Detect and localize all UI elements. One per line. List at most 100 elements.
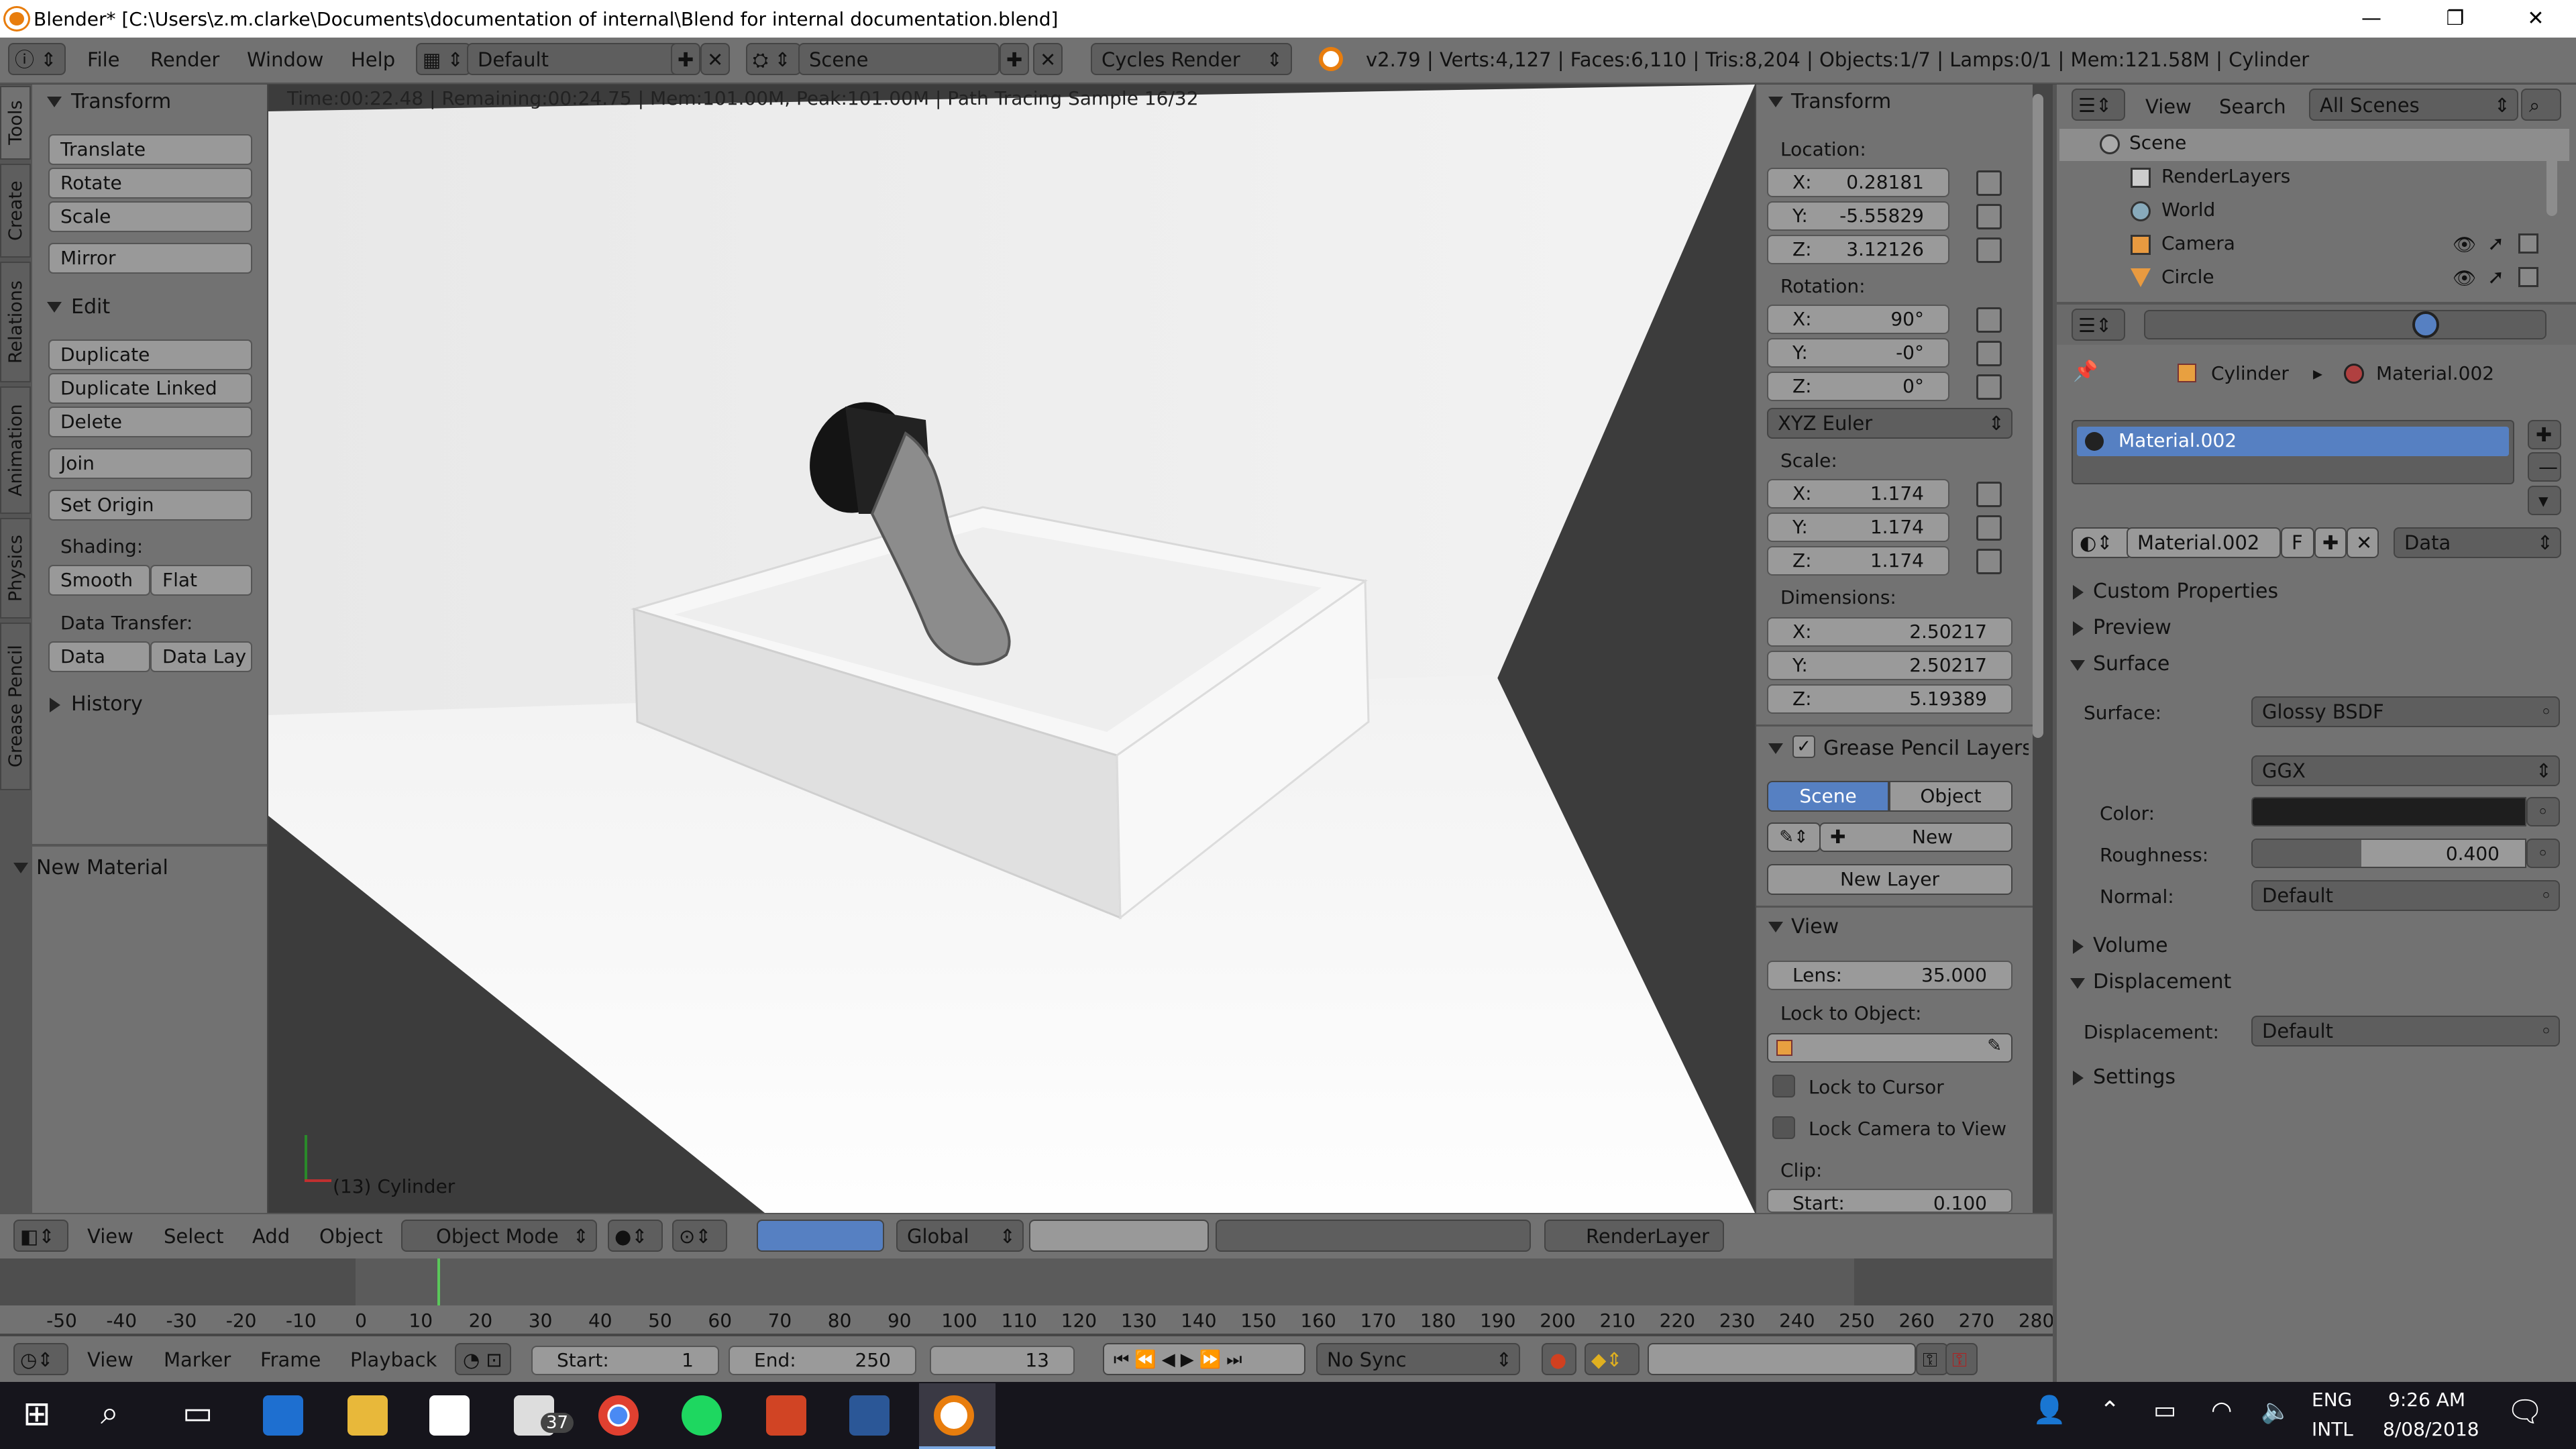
new-material-header[interactable]: New Material (36, 856, 168, 879)
duplicate-linked-button[interactable]: Duplicate Linked (48, 373, 252, 404)
playback-controls[interactable]: ⏮⏪◀▶⏩⏭ (1103, 1343, 1305, 1375)
preview-header[interactable]: Preview (2093, 616, 2171, 639)
scene-select[interactable]: Scene (798, 43, 1000, 75)
current-frame-field[interactable]: 13 (930, 1346, 1075, 1375)
render-camera-icon[interactable] (2518, 233, 2538, 254)
data-layout-button[interactable]: Data Lay (150, 641, 252, 672)
outliner-search-menu[interactable]: Search (2219, 95, 2286, 118)
material-tab-icon[interactable] (2412, 311, 2439, 338)
editor-type-info-button[interactable]: ⓘ ⇕ (8, 43, 66, 75)
remove-scene-button[interactable]: ✕ (1033, 43, 1063, 75)
timeline-marker-menu[interactable]: Marker (164, 1348, 231, 1371)
view-header[interactable]: View (1791, 915, 1839, 938)
viewport-select-menu[interactable]: Select (164, 1225, 223, 1248)
np-transform-header[interactable]: Transform (1791, 90, 1891, 113)
battery-icon[interactable]: ▭ (2153, 1397, 2176, 1424)
outliner-view-menu[interactable]: View (2145, 95, 2192, 118)
volume-icon[interactable]: 🔈 (2261, 1397, 2291, 1425)
pin-icon[interactable]: 📌 (2073, 360, 2098, 383)
properties-editor-icon[interactable]: ☰⇕ (2072, 309, 2125, 341)
location-z-field[interactable]: Z: 3.12126 (1767, 235, 1949, 264)
dimensions-x-field[interactable]: X: 2.50217 (1767, 617, 2012, 647)
viewport-view-menu[interactable]: View (87, 1225, 133, 1248)
properties-context-tabs[interactable] (2144, 310, 2546, 339)
translate-button[interactable]: Translate (48, 134, 252, 165)
outliner-scrollbar[interactable] (2546, 129, 2557, 216)
collapse-displacement-icon[interactable] (2070, 978, 2085, 989)
keying-set-button[interactable]: ◆⇕ (1585, 1343, 1640, 1375)
history-header[interactable]: History (71, 692, 143, 716)
settings-header[interactable]: Settings (2093, 1065, 2176, 1089)
screen-layout-icon[interactable]: ▦ ⇕ (416, 43, 471, 75)
timeline-frame-menu[interactable]: Frame (260, 1348, 321, 1371)
windows-start-icon[interactable]: ⊞ (23, 1394, 51, 1433)
lock-icon[interactable] (1976, 204, 2002, 229)
menu-window[interactable]: Window (247, 48, 323, 71)
lock-icon[interactable] (1976, 549, 2002, 574)
render-camera-icon[interactable] (2518, 267, 2538, 287)
word-icon[interactable] (849, 1395, 890, 1436)
lock-icon[interactable] (1976, 170, 2002, 196)
clip-start-field[interactable]: Start: 0.100 (1767, 1189, 2012, 1213)
delete-button[interactable]: Delete (48, 407, 252, 437)
outliner-item-circle[interactable]: Circle (2161, 266, 2214, 288)
eye-icon[interactable]: 👁 (2453, 267, 2477, 289)
outliner-search-icon[interactable]: ⌕ (2521, 89, 2561, 121)
displacement-select[interactable]: Default ◦ (2251, 1016, 2560, 1046)
tab-physics[interactable]: Physics (0, 518, 31, 619)
collapse-np-transform-icon[interactable] (1768, 97, 1783, 107)
outliner-item-renderlayers[interactable]: RenderLayers (2161, 165, 2290, 187)
fake-user-button[interactable]: F (2281, 527, 2314, 558)
lock-icon[interactable] (1976, 307, 2002, 333)
dimensions-z-field[interactable]: Z: 5.19389 (1767, 684, 2012, 714)
custom-properties-header[interactable]: Custom Properties (2093, 580, 2278, 603)
clock-time[interactable]: 9:26 AM (2388, 1389, 2465, 1411)
scale-button[interactable]: Scale (48, 201, 252, 232)
viewport-object-menu[interactable]: Object (319, 1225, 382, 1248)
color-swatch[interactable] (2251, 797, 2526, 826)
set-origin-select[interactable]: Set Origin (48, 490, 252, 521)
lock-icon[interactable] (1976, 515, 2002, 541)
flat-button[interactable]: Flat (150, 565, 252, 596)
expand-settings-icon[interactable] (2073, 1071, 2084, 1085)
new-material-button[interactable]: ✚ (2314, 527, 2347, 558)
collapse-view-icon[interactable] (1768, 922, 1783, 932)
pivot-select[interactable]: ⊙⇕ (672, 1220, 727, 1252)
render-engine-select[interactable]: Cycles Render ⇕ (1091, 43, 1292, 75)
viewport-shading-select[interactable]: ●⇕ (608, 1220, 663, 1252)
file-explorer-icon[interactable] (347, 1395, 388, 1436)
eyedropper-icon[interactable]: ✎ (1987, 1036, 2002, 1056)
preview-range-button[interactable]: ◔ ⊡ (455, 1343, 511, 1375)
blender-taskbar-icon[interactable] (934, 1395, 974, 1436)
clock-date[interactable]: 8/08/2018 (2383, 1418, 2479, 1440)
displacement-header[interactable]: Displacement (2093, 970, 2231, 994)
np-scrollbar[interactable] (2033, 94, 2043, 738)
notifications-icon[interactable]: 🗨 (2506, 1394, 2544, 1429)
scale-y-field[interactable]: Y: 1.174 (1767, 513, 1949, 542)
gp-new-layer-button[interactable]: New Layer (1767, 864, 2012, 895)
timeline-view-menu[interactable]: View (87, 1348, 133, 1371)
remove-slot-button[interactable]: — (2528, 452, 2561, 482)
collapse-new-material-icon[interactable] (13, 863, 28, 873)
outliner-display-select[interactable]: All Scenes ⇕ (2309, 89, 2518, 121)
eye-icon[interactable]: 👁 (2453, 233, 2477, 256)
lock-icon[interactable] (1976, 482, 2002, 507)
gp-object-button[interactable]: Object (1889, 781, 2012, 812)
tools-edit-header[interactable]: Edit (71, 295, 110, 319)
edge-browser-icon[interactable] (263, 1395, 303, 1436)
add-layout-button[interactable]: ✚ (671, 43, 700, 75)
menu-help[interactable]: Help (351, 48, 395, 71)
lock-camera-checkbox[interactable] (1772, 1116, 1795, 1139)
surface-shader-select[interactable]: Glossy BSDF ◦ (2251, 696, 2560, 727)
smooth-button[interactable]: Smooth (48, 565, 150, 596)
normal-select[interactable]: Default ◦ (2251, 880, 2560, 911)
scene-icon[interactable]: ⛭ ⇕ (746, 43, 801, 75)
collapse-transform-icon[interactable] (47, 97, 62, 107)
scale-x-field[interactable]: X: 1.174 (1767, 479, 1949, 508)
outliner-editor-icon[interactable]: ☰⇕ (2072, 89, 2125, 121)
close-button[interactable]: ✕ (2499, 3, 2573, 35)
record-button[interactable]: ● (1542, 1343, 1576, 1375)
screen-layout-select[interactable]: Default (467, 43, 688, 75)
gp-layers-checkbox[interactable]: ✓ (1792, 735, 1815, 758)
outliner-item-camera[interactable]: Camera (2161, 232, 2235, 254)
